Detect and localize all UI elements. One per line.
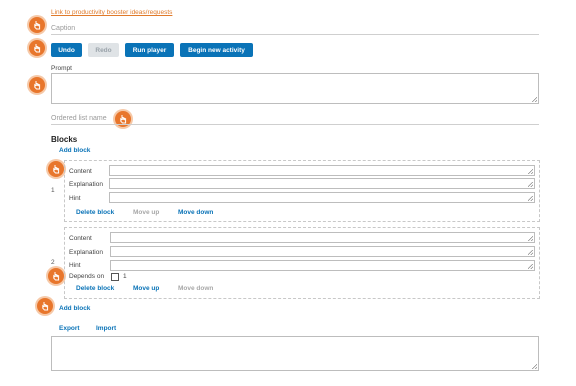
hand-pointer-icon[interactable] bbox=[29, 77, 45, 93]
content-textarea[interactable] bbox=[110, 232, 535, 243]
move-up-link[interactable]: Move up bbox=[133, 285, 159, 292]
hint-label: Hint bbox=[69, 195, 81, 202]
delete-block-link[interactable]: Delete block bbox=[76, 285, 114, 292]
prompt-textarea[interactable] bbox=[51, 73, 539, 104]
content-label: Content bbox=[69, 168, 92, 175]
ordered-list-underline bbox=[51, 124, 539, 125]
explanation-textarea[interactable] bbox=[109, 178, 535, 189]
explanation-label: Explanation bbox=[69, 249, 103, 256]
depends-on-value: 1 bbox=[123, 273, 127, 280]
caption-underline bbox=[51, 34, 539, 35]
hand-pointer-icon[interactable] bbox=[29, 17, 45, 33]
redo-button[interactable]: Redo bbox=[88, 43, 119, 57]
resize-grip-icon[interactable] bbox=[532, 97, 537, 102]
hand-pointer-icon[interactable] bbox=[29, 40, 45, 56]
block-index: 2 bbox=[51, 259, 55, 266]
resize-grip-icon[interactable] bbox=[528, 264, 533, 269]
import-link[interactable]: Import bbox=[96, 325, 116, 332]
hint-textarea[interactable] bbox=[109, 192, 535, 203]
resize-grip-icon[interactable] bbox=[528, 250, 533, 255]
resize-grip-icon[interactable] bbox=[528, 236, 533, 241]
explanation-label: Explanation bbox=[69, 181, 103, 188]
depends-on-checkbox[interactable] bbox=[111, 273, 119, 281]
add-block-link[interactable]: Add block bbox=[59, 147, 90, 154]
hand-pointer-icon[interactable] bbox=[48, 268, 64, 284]
move-up-link[interactable]: Move up bbox=[133, 209, 159, 216]
resize-grip-icon[interactable] bbox=[528, 182, 533, 187]
resize-grip-icon[interactable] bbox=[532, 364, 537, 369]
export-link[interactable]: Export bbox=[59, 325, 80, 332]
hand-pointer-icon[interactable] bbox=[48, 161, 64, 177]
explanation-textarea[interactable] bbox=[110, 246, 535, 257]
move-down-link[interactable]: Move down bbox=[178, 209, 213, 216]
ordered-list-name-input[interactable]: Ordered list name bbox=[51, 115, 107, 122]
begin-new-activity-button[interactable]: Begin new activity bbox=[180, 43, 253, 57]
content-label: Content bbox=[69, 235, 92, 242]
undo-button[interactable]: Undo bbox=[51, 43, 82, 57]
depends-on-label: Depends on bbox=[69, 273, 105, 280]
resize-grip-icon[interactable] bbox=[528, 169, 533, 174]
prompt-label: Prompt bbox=[51, 65, 72, 72]
caption-input[interactable]: Caption bbox=[51, 25, 75, 32]
hand-pointer-icon[interactable] bbox=[37, 298, 53, 314]
resize-grip-icon[interactable] bbox=[528, 196, 533, 201]
add-block-bottom-link[interactable]: Add block bbox=[59, 305, 90, 312]
hint-textarea[interactable] bbox=[110, 260, 535, 271]
run-player-button[interactable]: Run player bbox=[125, 43, 174, 57]
export-import-textarea[interactable] bbox=[51, 336, 539, 371]
block-index: 1 bbox=[51, 187, 55, 194]
hint-label: Hint bbox=[69, 262, 81, 269]
content-textarea[interactable] bbox=[109, 165, 535, 176]
move-down-link[interactable]: Move down bbox=[178, 285, 213, 292]
blocks-heading: Blocks bbox=[51, 135, 78, 144]
delete-block-link[interactable]: Delete block bbox=[76, 209, 114, 216]
productivity-link[interactable]: Link to productivity booster ideas/reque… bbox=[51, 9, 172, 16]
